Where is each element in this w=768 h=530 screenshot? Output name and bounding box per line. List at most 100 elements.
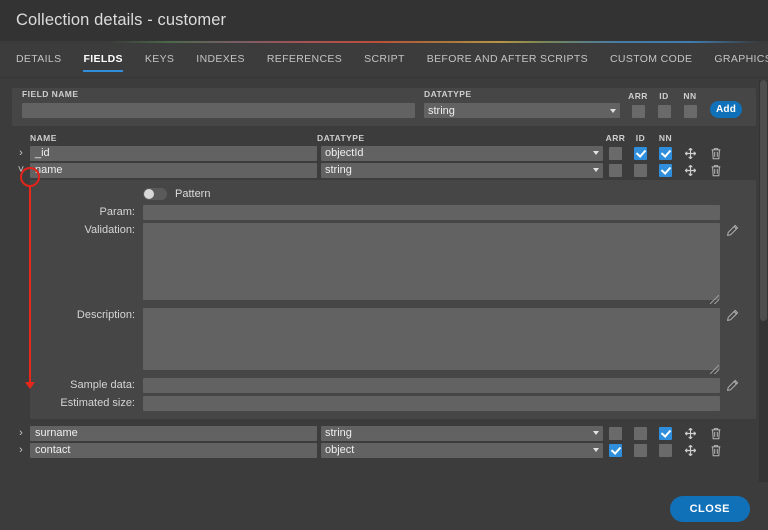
row-name-input[interactable]: _id	[30, 145, 317, 161]
row-datatype-select[interactable]: object	[321, 442, 603, 458]
row-nn-cell	[653, 146, 678, 160]
validation-edit-pencil-icon[interactable]	[720, 223, 744, 237]
field-name-input[interactable]	[22, 103, 415, 118]
tab-graphics[interactable]: GRAPHICS	[714, 53, 768, 72]
row-nn-cell	[653, 163, 678, 177]
vertical-scrollbar[interactable]	[759, 80, 768, 482]
row-nn-checkbox[interactable]	[659, 426, 672, 440]
estimated-size-input[interactable]	[143, 396, 720, 411]
new-field-datatype-value: string	[428, 104, 455, 117]
row-name-input[interactable]: contact	[30, 442, 317, 458]
field-detail-panel: Pattern Param: Validation: Description: …	[30, 180, 756, 419]
param-input[interactable]	[143, 205, 720, 220]
new-field-id-checkbox[interactable]	[657, 105, 671, 118]
new-field-arr-checkbox[interactable]	[631, 105, 645, 118]
close-button[interactable]: CLOSE	[669, 496, 750, 522]
fields-tab-content: FIELD NAME DATATYPE string ARR ID NN Add…	[0, 88, 768, 458]
row-move-handle[interactable]	[678, 164, 703, 177]
row-arr-cell	[603, 426, 628, 440]
expand-row-chevron-icon[interactable]: ›	[12, 427, 30, 439]
sample-data-input[interactable]	[143, 378, 720, 393]
fields-table: NAME DATATYPE ARR ID NN › _id objectId ˅…	[12, 131, 756, 458]
scrollbar-thumb[interactable]	[760, 80, 767, 322]
row-datatype-value: object	[325, 444, 355, 456]
row-id-checkbox[interactable]	[634, 443, 647, 457]
row-id-cell	[628, 163, 653, 177]
row-arr-checkbox[interactable]	[609, 163, 622, 177]
chevron-down-icon	[593, 431, 599, 435]
collection-details-window: Collection details - customer DETAILS FI…	[0, 0, 768, 530]
table-row: › surname string	[12, 425, 756, 441]
row-move-handle[interactable]	[678, 427, 703, 440]
tab-script[interactable]: SCRIPT	[364, 53, 405, 72]
pattern-toggle[interactable]	[143, 188, 167, 200]
row-name-input[interactable]: surname	[30, 425, 317, 441]
new-field-arr-label: ARR	[628, 91, 648, 101]
row-delete-button[interactable]	[703, 164, 728, 177]
row-delete-button[interactable]	[703, 444, 728, 457]
column-header-datatype: DATATYPE	[317, 133, 365, 143]
column-header-id: ID	[635, 133, 646, 143]
column-header-nn: NN	[658, 133, 673, 143]
row-datatype-select[interactable]: objectId	[321, 145, 603, 161]
param-edit-pencil-icon[interactable]	[720, 205, 744, 206]
row-move-handle[interactable]	[678, 147, 703, 160]
row-datatype-value: string	[325, 427, 352, 439]
tab-before-and-after-scripts[interactable]: BEFORE AND AFTER SCRIPTS	[427, 53, 588, 72]
row-arr-checkbox[interactable]	[609, 146, 622, 160]
row-nn-checkbox[interactable]	[659, 146, 672, 160]
validation-textarea[interactable]	[143, 223, 720, 300]
tab-indexes[interactable]: INDEXES	[196, 53, 245, 72]
tab-fields[interactable]: FIELDS	[83, 53, 124, 72]
tab-references[interactable]: REFERENCES	[267, 53, 342, 72]
row-id-checkbox[interactable]	[634, 163, 647, 177]
table-row: › _id objectId	[12, 145, 756, 161]
page-title: Collection details - customer	[16, 11, 227, 29]
row-id-cell	[628, 426, 653, 440]
row-datatype-select[interactable]: string	[321, 425, 603, 441]
new-field-datatype-label: DATATYPE	[424, 89, 472, 99]
row-id-checkbox[interactable]	[634, 146, 647, 160]
validation-resize-grip[interactable]	[710, 295, 719, 304]
row-nn-checkbox[interactable]	[659, 443, 672, 457]
row-arr-checkbox[interactable]	[609, 426, 622, 440]
row-nn-checkbox[interactable]	[659, 163, 672, 177]
row-move-handle[interactable]	[678, 444, 703, 457]
row-arr-cell	[603, 163, 628, 177]
add-field-button[interactable]: Add	[710, 101, 742, 118]
row-arr-checkbox[interactable]	[609, 443, 622, 457]
new-field-bar: FIELD NAME DATATYPE string ARR ID NN Add	[12, 88, 756, 126]
estimated-size-label: Estimated size:	[60, 397, 135, 409]
row-delete-button[interactable]	[703, 147, 728, 160]
column-header-arr: ARR	[605, 133, 626, 143]
collapse-row-chevron-icon[interactable]: ˅	[12, 164, 30, 176]
description-resize-grip[interactable]	[710, 365, 719, 374]
new-field-datatype-select[interactable]: string	[424, 103, 620, 118]
sample-data-label: Sample data:	[70, 379, 135, 391]
row-id-cell	[628, 443, 653, 457]
row-delete-button[interactable]	[703, 427, 728, 440]
tab-details[interactable]: DETAILS	[16, 53, 61, 72]
expand-row-chevron-icon[interactable]: ›	[12, 444, 30, 456]
accent-gradient-divider	[0, 41, 768, 43]
tab-keys[interactable]: KEYS	[145, 53, 174, 72]
window-titlebar: Collection details - customer	[0, 0, 768, 41]
new-field-nn-checkbox[interactable]	[683, 105, 697, 118]
row-id-checkbox[interactable]	[634, 426, 647, 440]
row-id-cell	[628, 146, 653, 160]
field-name-label: FIELD NAME	[22, 89, 79, 99]
new-field-id-label: ID	[659, 91, 669, 101]
description-edit-pencil-icon[interactable]	[720, 308, 744, 322]
sample-data-edit-pencil-icon[interactable]	[720, 378, 744, 392]
expand-row-chevron-icon[interactable]: ›	[12, 147, 30, 159]
description-label: Description:	[76, 309, 135, 321]
row-name-input[interactable]: name	[30, 162, 317, 178]
row-datatype-value: objectId	[325, 147, 364, 159]
row-nn-cell	[653, 443, 678, 457]
description-textarea[interactable]	[143, 308, 720, 370]
estimated-size-spacer	[720, 396, 744, 397]
fields-table-header: NAME DATATYPE ARR ID NN	[12, 131, 756, 145]
row-datatype-select[interactable]: string	[321, 162, 603, 178]
tab-custom-code[interactable]: CUSTOM CODE	[610, 53, 692, 72]
tab-bar: DETAILS FIELDS KEYS INDEXES REFERENCES S…	[0, 43, 768, 78]
